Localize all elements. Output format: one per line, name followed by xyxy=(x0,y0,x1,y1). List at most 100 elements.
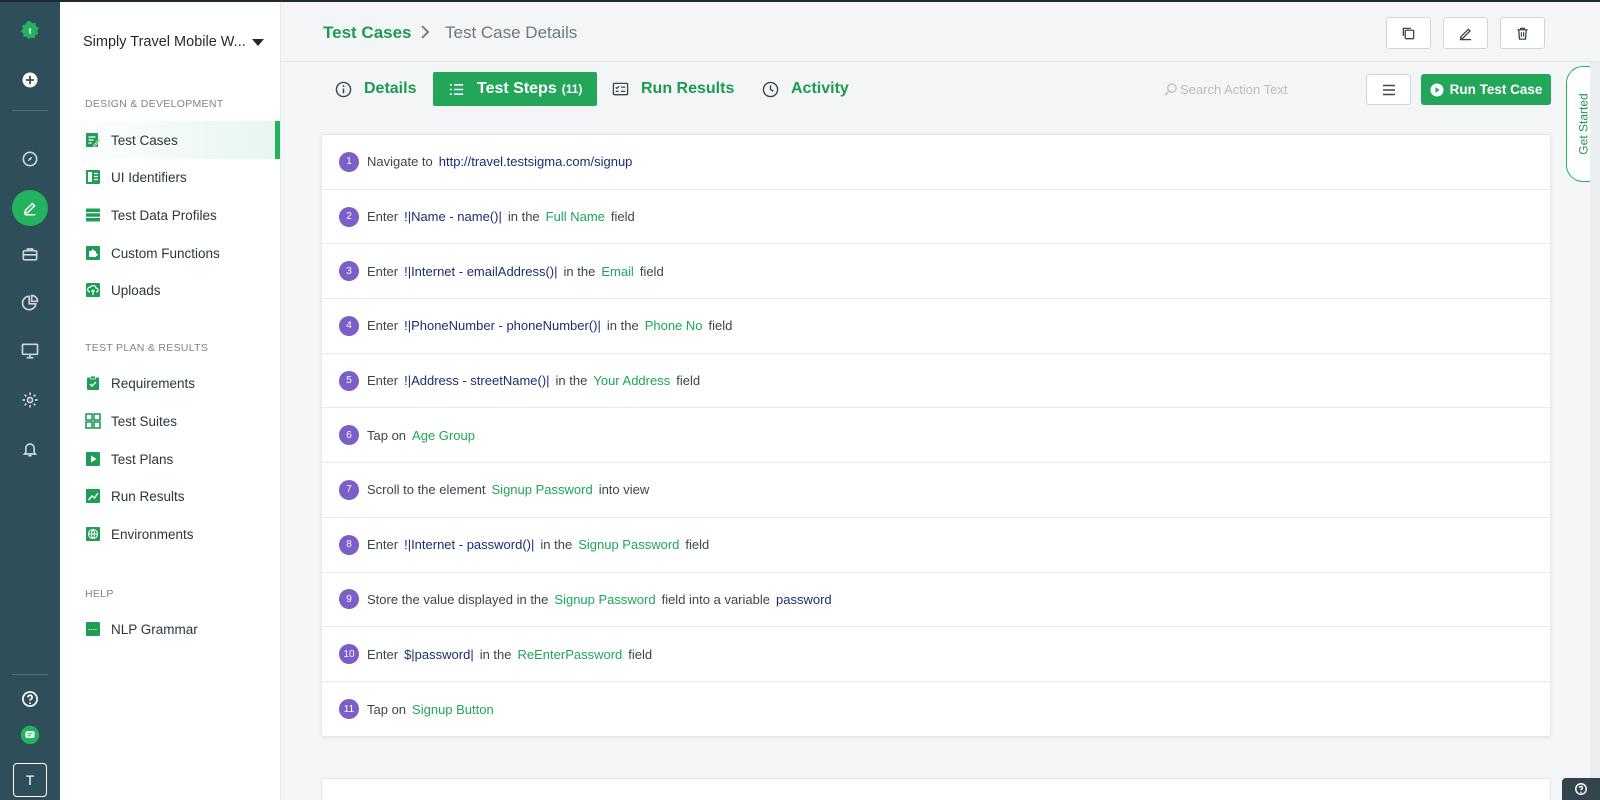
help-question-icon[interactable] xyxy=(15,684,45,714)
test-step-row[interactable]: 6 Tap on Age Group xyxy=(322,408,1550,464)
sidebar-item-environments[interactable]: Environments xyxy=(60,515,280,553)
step-text: in the xyxy=(555,373,588,389)
test-step-row[interactable]: 9 Store the value displayed in the Signup … xyxy=(322,573,1550,628)
settings-gear-icon[interactable] xyxy=(15,385,45,415)
step-text: Enter xyxy=(367,537,399,553)
step-test-data[interactable]: http://travel.testsigma.com/signup xyxy=(439,154,633,169)
help-widget-button[interactable] xyxy=(1562,778,1600,800)
sidebar-item-run-results[interactable]: Run Results xyxy=(60,477,280,515)
tab-test-steps[interactable]: Test Steps (11) xyxy=(433,72,598,106)
get-started-label: Get Started xyxy=(1576,93,1591,155)
caret-down-icon xyxy=(251,38,264,46)
test-step-row[interactable]: 8 Enter !|Internet - password()| in the Sign… xyxy=(322,518,1550,573)
step-number-badge: 9 xyxy=(339,589,359,610)
workspace-selector[interactable]: Simply Travel Mobile W... xyxy=(83,34,264,50)
step-test-data[interactable]: !|Internet - emailAddress()| xyxy=(404,264,557,279)
sidebar-item-test-cases[interactable]: Test Cases xyxy=(60,121,280,159)
step-text: field xyxy=(639,263,664,279)
menu-button[interactable] xyxy=(1366,74,1411,105)
step-element[interactable]: Full Name xyxy=(546,209,605,224)
tab-activity[interactable]: Activity xyxy=(762,72,849,106)
step-element[interactable]: Age Group xyxy=(412,428,475,443)
page-scrollbar[interactable] xyxy=(1590,62,1600,800)
delete-button[interactable] xyxy=(1500,17,1545,49)
sidebar-item-test-data-profiles[interactable]: Test Data Profiles xyxy=(60,196,280,234)
sidebar-item-custom-functions[interactable]: Custom Functions xyxy=(60,234,280,272)
sidebar-item-test-suites[interactable]: Test Suites xyxy=(60,402,280,440)
tab-label: Details xyxy=(364,80,417,97)
user-avatar[interactable]: T xyxy=(13,763,47,797)
tab-details[interactable]: Details xyxy=(335,72,416,106)
rail-test-development-active[interactable] xyxy=(12,190,48,226)
step-element[interactable]: Signup Password xyxy=(554,592,655,607)
rail-divider xyxy=(12,110,48,111)
step-element[interactable]: Phone No xyxy=(645,318,703,333)
step-test-data[interactable]: password xyxy=(776,592,832,607)
briefcase-icon[interactable] xyxy=(15,239,45,269)
step-test-data[interactable]: !|Internet - password()| xyxy=(404,537,534,552)
sidebar-item-label: Uploads xyxy=(111,282,161,298)
suites-icon xyxy=(85,413,101,429)
step-element[interactable]: Signup Button xyxy=(412,702,494,717)
pie-chart-icon[interactable] xyxy=(15,288,45,318)
step-test-data[interactable]: !|Address - streetName()| xyxy=(404,373,549,388)
breadcrumb-test-cases[interactable]: Test Cases xyxy=(323,23,412,43)
test-cases-icon xyxy=(86,133,101,147)
step-text: field xyxy=(610,209,635,225)
test-step-row[interactable]: 3 Enter !|Internet - emailAddress()| in the… xyxy=(322,244,1550,300)
step-element[interactable]: Signup Password xyxy=(578,537,679,552)
step-text: in the xyxy=(540,537,573,553)
step-element[interactable]: Your Address xyxy=(593,373,670,388)
test-step-row[interactable]: 4 Enter !|PhoneNumber - phoneNumber()| in t… xyxy=(322,299,1550,354)
sidebar-item-test-plans[interactable]: Test Plans xyxy=(60,440,280,478)
step-text: in the xyxy=(479,646,512,662)
chat-icon[interactable] xyxy=(15,720,45,750)
step-element[interactable]: ReEnterPassword xyxy=(518,647,623,662)
sidebar-item-requirements[interactable]: Requirements xyxy=(60,364,280,402)
step-element[interactable]: Email xyxy=(601,264,634,279)
edit-button[interactable] xyxy=(1443,17,1488,49)
step-number-badge: 10 xyxy=(339,644,359,665)
run-test-case-label: Run Test Case xyxy=(1449,82,1543,97)
step-number-badge: 3 xyxy=(339,261,359,282)
upload-icon xyxy=(86,283,100,297)
sidebar-item-label: Test Plans xyxy=(111,451,174,467)
list-icon xyxy=(449,83,464,95)
step-text: in the xyxy=(606,318,639,334)
tab-label: Run Results xyxy=(641,80,735,97)
abc-icon xyxy=(86,622,100,636)
step-text: Navigate to xyxy=(367,154,433,170)
test-step-row[interactable]: 2 Enter !|Name - name()| in the Full Name fie… xyxy=(322,190,1550,245)
step-number-badge: 5 xyxy=(339,370,359,391)
step-test-data[interactable]: $|password| xyxy=(404,647,474,662)
test-step-row[interactable]: 5 Enter !|Address - streetName()| in the You… xyxy=(322,354,1550,409)
step-test-data[interactable]: !|Name - name()| xyxy=(404,209,502,224)
bell-icon[interactable] xyxy=(15,434,45,464)
clone-button[interactable] xyxy=(1386,17,1431,49)
search-input[interactable] xyxy=(1180,81,1310,97)
chart-icon xyxy=(86,489,100,503)
sidebar-item-ui-identifiers[interactable]: UI Identifiers xyxy=(60,158,280,196)
results-icon xyxy=(612,82,629,95)
test-step-row[interactable]: 10 Enter $|password| in the ReEnterPassword f… xyxy=(322,627,1550,682)
test-step-row[interactable]: 1 Navigate to http://travel.testsigma.com/… xyxy=(322,135,1550,190)
step-test-data[interactable]: !|PhoneNumber - phoneNumber()| xyxy=(404,318,601,333)
run-test-case-button[interactable]: Run Test Case xyxy=(1421,74,1551,105)
step-text: in the xyxy=(507,209,540,225)
step-element[interactable]: Signup Password xyxy=(492,482,593,497)
step-text: Tap on xyxy=(367,427,407,443)
info-icon xyxy=(335,81,352,97)
play-icon xyxy=(86,452,100,466)
search-icon xyxy=(1164,82,1177,96)
sidebar-item-nlp-grammar[interactable]: NLP Grammar xyxy=(60,610,280,648)
tab-run-results[interactable]: Run Results xyxy=(612,72,734,106)
testsigma-logo-icon[interactable]: t xyxy=(15,15,45,45)
dashboard-compass-icon[interactable] xyxy=(15,144,45,174)
monitor-icon[interactable] xyxy=(15,336,45,366)
test-step-row[interactable]: 7 Scroll to the element Signup Password int… xyxy=(322,463,1550,518)
tab-label: Test Steps xyxy=(477,80,557,97)
rail-divider xyxy=(12,674,48,675)
create-new-icon[interactable] xyxy=(15,65,45,95)
sidebar-item-uploads[interactable]: Uploads xyxy=(60,271,280,309)
test-step-row[interactable]: 11 Tap on Signup Button xyxy=(322,682,1550,736)
